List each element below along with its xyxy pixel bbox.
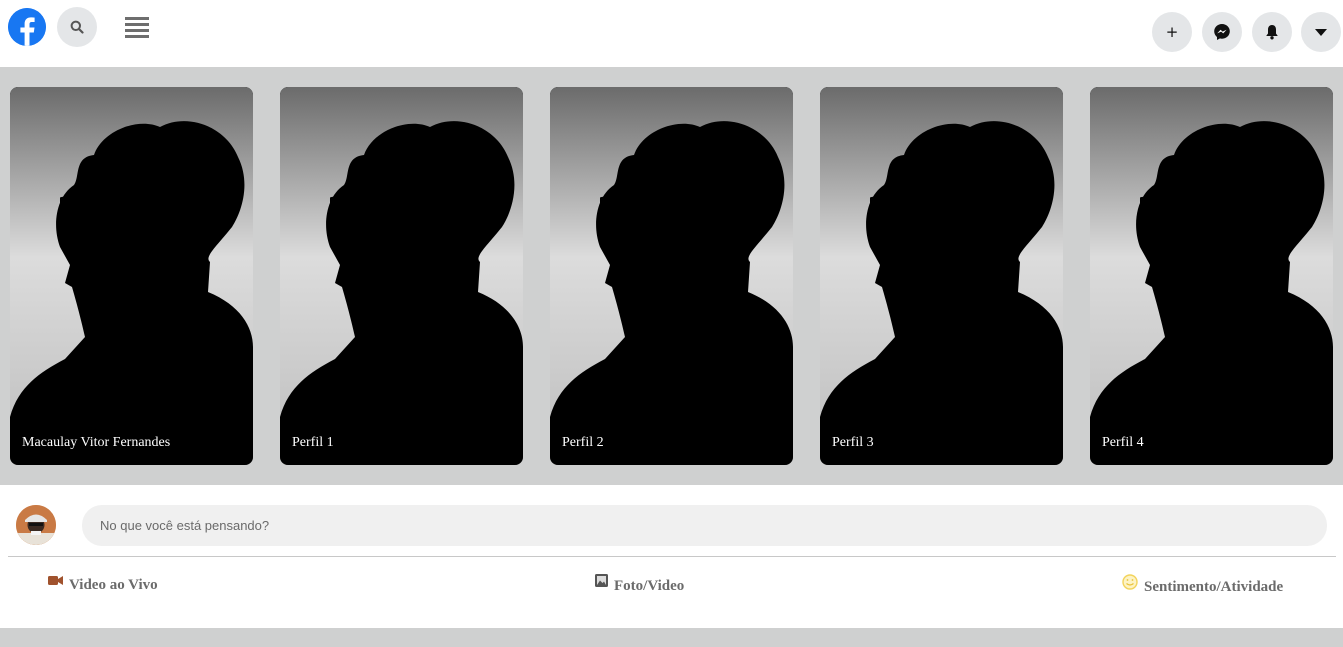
profile-silhouette-image	[820, 87, 1063, 465]
messenger-icon	[1214, 24, 1230, 40]
facebook-logo-icon[interactable]	[8, 8, 46, 46]
profile-silhouette-image	[10, 87, 253, 465]
photo-icon	[595, 574, 608, 592]
story-card[interactable]: Perfil 4	[1090, 87, 1333, 465]
feeling-activity-button[interactable]: Sentimento/Atividade	[1122, 574, 1284, 598]
story-name: Perfil 3	[832, 435, 874, 450]
profile-silhouette-image	[550, 87, 793, 465]
search-icon	[70, 20, 84, 34]
divider	[8, 556, 1336, 557]
live-video-button[interactable]: Video ao Vivo	[48, 574, 158, 594]
profile-silhouette-image	[1090, 87, 1333, 465]
post-input[interactable]	[82, 505, 1327, 546]
feeling-activity-label: Sentimento/Atividade	[1144, 579, 1284, 595]
plus-icon: +	[1165, 23, 1179, 41]
notifications-button[interactable]	[1252, 12, 1292, 52]
search-button[interactable]	[57, 7, 97, 47]
bell-icon	[1266, 25, 1278, 40]
top-navigation-bar: +	[0, 0, 1343, 67]
caret-down-icon	[1315, 29, 1327, 36]
story-name: Perfil 2	[562, 435, 604, 450]
story-card[interactable]: Macaulay Vitor Fernandes	[10, 87, 253, 465]
story-name: Perfil 4	[1102, 435, 1144, 450]
smiley-icon	[1122, 574, 1138, 595]
create-button[interactable]: +	[1152, 12, 1192, 52]
messenger-button[interactable]	[1202, 12, 1242, 52]
video-camera-icon	[48, 574, 63, 591]
photo-video-label: Foto/Video	[614, 577, 685, 594]
post-composer: Video ao Vivo Foto/Video Sentimento/Ativ…	[0, 485, 1343, 628]
avatar[interactable]	[16, 505, 56, 545]
account-menu-button[interactable]	[1301, 12, 1341, 52]
story-name: Macaulay Vitor Fernandes	[22, 435, 171, 450]
hamburger-menu-icon[interactable]	[122, 14, 152, 42]
photo-video-button[interactable]: Foto/Video	[595, 574, 685, 595]
story-name: Perfil 1	[292, 435, 334, 450]
story-card[interactable]: Perfil 3	[820, 87, 1063, 465]
story-card[interactable]: Perfil 1	[280, 87, 523, 465]
profile-silhouette-image	[280, 87, 523, 465]
story-card[interactable]: Perfil 2	[550, 87, 793, 465]
feed-background	[0, 628, 1343, 647]
stories-row: Macaulay Vitor Fernandes Perfil 1 Perfil…	[0, 67, 1343, 485]
live-video-label: Video ao Vivo	[69, 577, 158, 593]
